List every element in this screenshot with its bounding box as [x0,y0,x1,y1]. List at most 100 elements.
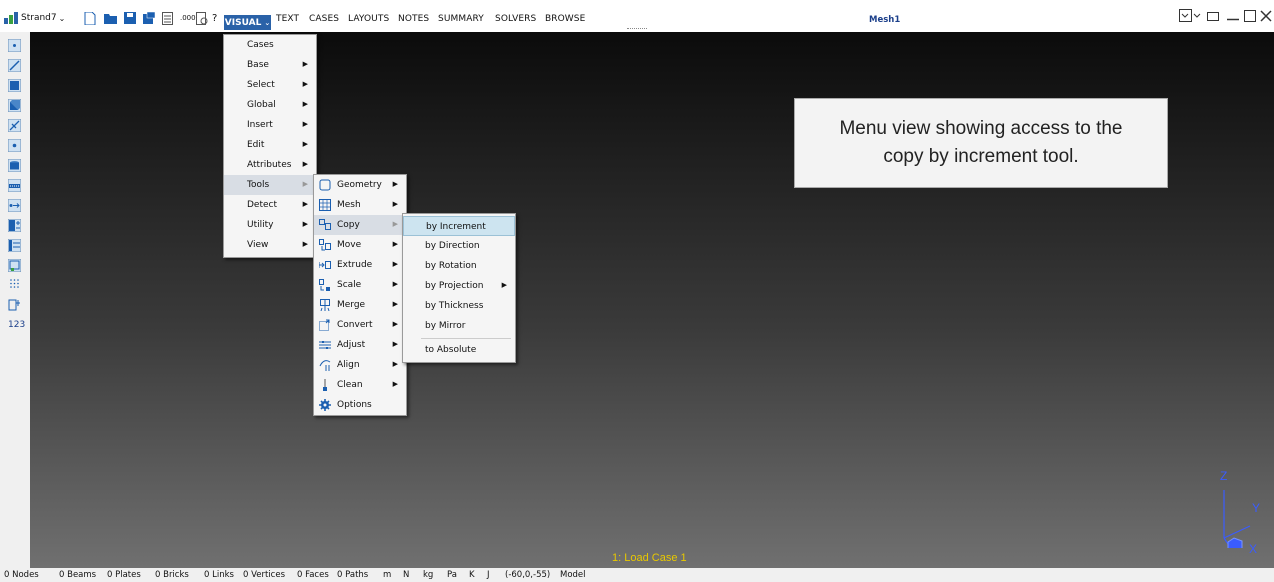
plate-icon[interactable] [8,79,21,92]
menu-item-insert[interactable]: Insert ▶ [224,115,316,135]
menu-item-by-increment[interactable]: by Increment [403,216,515,236]
unit-mass[interactable]: kg [423,570,433,580]
clean-icon [323,379,327,391]
chevron-right-icon: ▶ [392,360,398,368]
new-file-button[interactable] [84,11,96,25]
save-as-button[interactable] [143,11,155,25]
face-icon[interactable] [8,159,21,172]
menu-summary[interactable]: SUMMARY [438,14,484,24]
minimize-button[interactable] [1226,9,1240,23]
app-menu[interactable]: Strand7 ⌄ [4,11,65,25]
chevron-right-icon: ▶ [302,240,308,248]
menu-visual[interactable]: VISUAL ⌄ [224,15,271,30]
menu-item-merge[interactable]: Merge ▶ [314,295,406,315]
close-button[interactable] [1259,9,1273,23]
geometry-icon [319,179,331,191]
help-button[interactable]: ? [212,11,217,25]
open-file-button[interactable] [104,11,117,25]
menu-item-base[interactable]: Base ▶ [224,55,316,75]
menu-item-extrude[interactable]: Extrude ▶ [314,255,406,275]
unit-force[interactable]: N [403,570,409,580]
menu-item-by-direction[interactable]: by Direction [403,236,515,256]
status-mode: Model [560,570,586,580]
menu-item-clean[interactable]: Clean ▶ [314,375,406,395]
unit-temperature[interactable]: K [469,570,475,580]
chevron-right-icon: ▶ [392,320,398,328]
chevron-right-icon: ▶ [302,80,308,88]
unit-energy[interactable]: J [487,570,490,580]
chevron-right-icon: ▶ [302,60,308,68]
save-button[interactable] [124,11,136,25]
menu-item-copy[interactable]: Copy ▶ [314,215,406,235]
menu-browse[interactable]: BROWSE [545,14,585,24]
decimals-button[interactable]: .000 [180,11,196,25]
menu-item-by-projection[interactable]: by Projection ▶ [403,276,515,296]
unit-stress[interactable]: Pa [447,570,457,580]
status-beams: 0 Beams [59,570,97,580]
menu-item-tools[interactable]: Tools ▶ [224,175,316,195]
report-button[interactable] [162,11,174,25]
chevron-right-icon: ▶ [302,160,308,168]
status-bar: 0 Nodes 0 Beams 0 Plates 0 Bricks 0 Link… [0,568,1274,582]
menu-item-mesh[interactable]: Mesh ▶ [314,195,406,215]
menu-item-by-rotation[interactable]: by Rotation [403,256,515,276]
menu-item-global[interactable]: Global ▶ [224,95,316,115]
menu-item-view[interactable]: View ▶ [224,235,316,255]
chevron-right-icon: ▶ [392,240,398,248]
numbering-label: 123 [8,320,26,330]
menu-item-geometry[interactable]: Geometry ▶ [314,175,406,195]
path-icon[interactable] [8,179,21,192]
status-paths: 0 Paths [337,570,369,580]
chevron-right-icon: ▶ [302,180,308,188]
splitter-grip[interactable] [627,28,647,31]
brick-icon[interactable] [8,99,21,112]
copy-submenu: by Increment by Direction by Rotation by… [402,213,516,363]
vertex-icon[interactable] [8,139,21,152]
menu-item-by-thickness[interactable]: by Thickness [403,296,515,316]
unit-length[interactable]: m [383,570,391,580]
menu-solvers[interactable]: SOLVERS [495,14,536,24]
window-layout-button[interactable] [1179,9,1201,23]
grid-icon[interactable] [8,277,21,290]
report-icon [162,11,173,25]
menu-item-adjust[interactable]: Adjust ▶ [314,335,406,355]
menu-item-move[interactable]: Move ▶ [314,235,406,255]
menu-item-options[interactable]: Options [314,395,406,415]
menu-item-edit[interactable]: Edit ▶ [224,135,316,155]
results-icon[interactable] [8,259,21,272]
menu-text[interactable]: TEXT [276,14,299,24]
menu-notes[interactable]: NOTES [398,14,429,24]
numbering-icon[interactable]: 123 [8,320,25,330]
menu-item-scale[interactable]: Scale ▶ [314,275,406,295]
menu-item-select[interactable]: Select ▶ [224,75,316,95]
align-icon [319,360,331,371]
status-faces: 0 Faces [297,570,329,580]
restore-window-button[interactable] [1206,9,1220,23]
menu-item-by-mirror[interactable]: by Mirror [403,316,515,336]
chevron-right-icon: ▶ [302,200,308,208]
combo-icon[interactable] [8,239,21,252]
print-preview-button[interactable] [196,11,208,25]
load-path-icon[interactable] [8,199,21,212]
menu-item-utility[interactable]: Utility ▶ [224,215,316,235]
node-icon[interactable] [8,39,21,52]
move-icon [319,239,331,251]
entity-icon[interactable] [8,298,21,311]
adjust-icon [319,341,331,349]
menu-item-detect[interactable]: Detect ▶ [224,195,316,215]
chevron-right-icon: ▶ [392,300,398,308]
menu-item-convert[interactable]: Convert ▶ [314,315,406,335]
menu-cases[interactable]: CASES [309,14,339,24]
beam-icon[interactable] [8,59,21,72]
maximize-button[interactable] [1243,9,1257,23]
chevron-right-icon: ▶ [392,200,398,208]
menu-item-to-absolute[interactable]: to Absolute [403,340,515,360]
tools-submenu: Geometry ▶ Mesh ▶ Copy ▶ Move ▶ Extrude ▶ Sca… [313,174,407,416]
link-icon[interactable] [8,119,21,132]
menu-item-cases[interactable]: Cases [224,35,316,55]
attributes-icon[interactable] [8,219,21,232]
menu-layouts[interactable]: LAYOUTS [348,14,389,24]
status-vertices: 0 Vertices [243,570,286,580]
menu-item-attributes[interactable]: Attributes ▶ [224,155,316,175]
menu-item-align[interactable]: Align ▶ [314,355,406,375]
